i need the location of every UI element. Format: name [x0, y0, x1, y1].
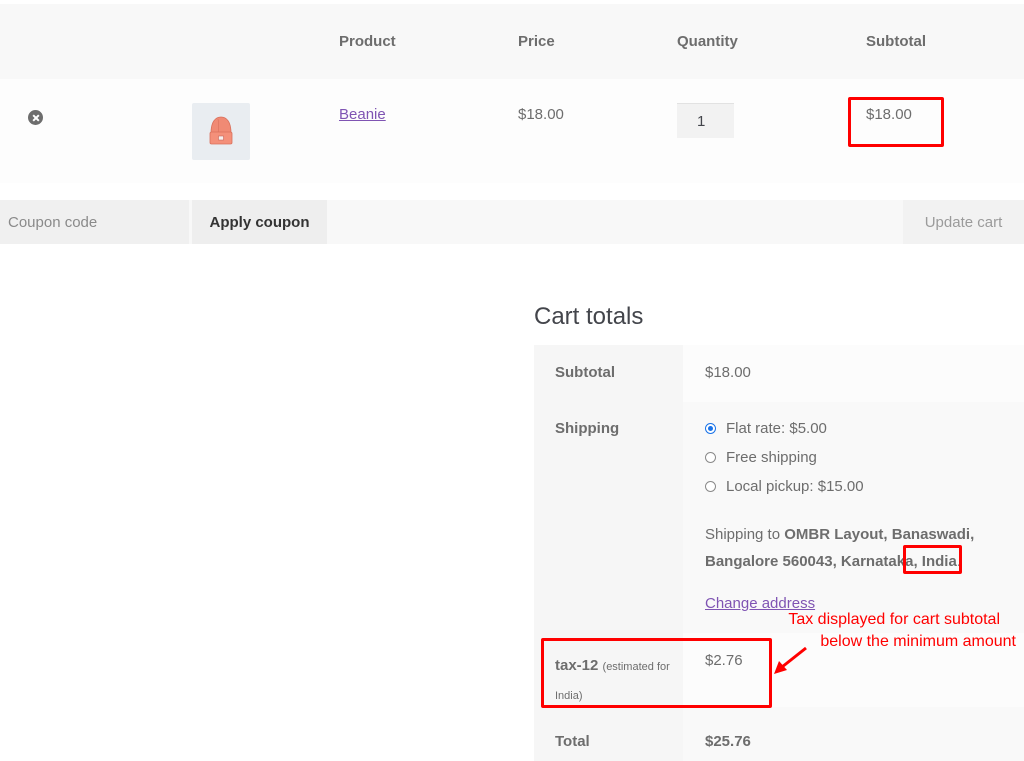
total-label: Total [555, 733, 590, 750]
radio-button-checked[interactable] [705, 423, 716, 434]
shipping-label: Shipping [555, 420, 620, 437]
shipping-option-local-pickup[interactable]: Local pickup: $15.00 [705, 478, 864, 495]
item-subtotal: $18.00 [866, 106, 912, 123]
shipping-option-label: Local pickup: $15.00 [726, 478, 864, 495]
subtotal-value: $18.00 [705, 364, 751, 381]
column-header-quantity: Quantity [677, 33, 738, 50]
shipping-option-label: Flat rate: $5.00 [726, 420, 827, 437]
beanie-icon [209, 116, 233, 145]
radio-button[interactable] [705, 481, 716, 492]
tax-value: $2.76 [705, 652, 743, 669]
radio-button[interactable] [705, 452, 716, 463]
quantity-input[interactable] [677, 103, 734, 138]
column-header-subtotal: Subtotal [866, 33, 926, 50]
remove-item-icon[interactable] [28, 110, 43, 125]
tax-name: tax-12 [555, 657, 599, 674]
shipping-destination-prefix: Shipping to [705, 526, 785, 543]
subtotal-label: Subtotal [555, 364, 615, 381]
shipping-option-free-shipping[interactable]: Free shipping [705, 449, 817, 466]
shipping-option-label: Free shipping [726, 449, 817, 466]
column-header-product: Product [339, 33, 396, 50]
product-thumbnail[interactable] [192, 103, 250, 160]
annotation-text-line1: Tax displayed for cart subtotal [788, 611, 1000, 628]
column-header-price: Price [518, 33, 555, 50]
product-link-beanie[interactable]: Beanie [339, 106, 386, 123]
item-price: $18.00 [518, 106, 564, 123]
coupon-code-input[interactable] [0, 200, 189, 244]
annotation-arrow-icon [774, 646, 807, 674]
cart-totals-title: Cart totals [534, 303, 644, 330]
update-cart-button[interactable]: Update cart [903, 200, 1024, 244]
cart-item-row [0, 79, 1024, 183]
shipping-destination-country: India [921, 553, 957, 570]
total-value: $25.76 [705, 733, 751, 750]
shipping-destination-suffix: . [956, 553, 961, 570]
tax-label: tax-12 (estimated for India) [555, 652, 675, 710]
shipping-destination: Shipping to OMBR Layout, Banaswadi, Bang… [705, 521, 1005, 575]
shipping-option-flat-rate[interactable]: Flat rate: $5.00 [705, 420, 827, 437]
cart-table-header: Product Price Quantity Subtotal [0, 4, 1024, 79]
apply-coupon-button[interactable]: Apply coupon [192, 200, 327, 244]
